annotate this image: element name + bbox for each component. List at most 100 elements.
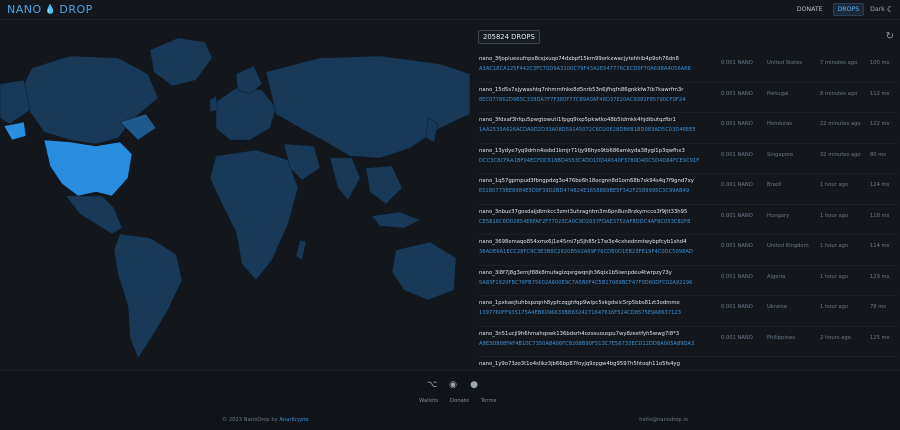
drop-latency: 122 ms (870, 121, 890, 127)
drop-address[interactable]: nano_1y9o73zo3t1o4slikz3jb66bp87foyjq9zp… (479, 361, 680, 367)
drop-row[interactable]: nano_3i8f7j8g3emjf88k8mufagizqsrgwqnjh36… (478, 266, 898, 296)
drops-panel: 205824 DROPS ↻ nano_3fjopiueeufnpx8csjxu… (478, 30, 898, 370)
drop-row[interactable]: nano_1q57gpmpud3fbngpdzg3o476be6h18ocgnn… (478, 174, 898, 205)
drop-address[interactable]: nano_1q57gpmpud3fbngpdzg3o476be6h18ocgnn… (479, 178, 694, 184)
social-icons: ⌥ ◉ ● (427, 380, 479, 390)
map-india (329, 157, 361, 201)
map-mexico (65, 195, 123, 235)
map-greenland-west-highlight (3, 121, 27, 141)
drop-amount: 0.001 NANO (721, 121, 753, 127)
drop-hash[interactable]: A3AC18CA125F442C3FC70D9A3100C79F43A2E047… (479, 66, 691, 72)
footer-link-terms[interactable]: Terms (481, 398, 497, 404)
map-africa (209, 149, 299, 281)
drop-amount: 0.001 NANO (721, 151, 753, 158)
drop-latency: 124 ms (870, 182, 890, 188)
drop-row[interactable]: nano_3fdxaf3hfqu5pwgtowuti1fpgq9ixp5pkwt… (478, 113, 898, 144)
github-icon[interactable]: ⌥ (427, 380, 437, 390)
drop-address[interactable]: nano_1pxkaejtuhbspzqnh8ypfczqghfqp9wipc5… (479, 300, 680, 306)
world-map (0, 28, 471, 368)
drop-hash[interactable]: E0280773BE8984E5D0F39D2BD474824E1658889B… (479, 188, 689, 194)
copyright-text: © 2023 NanoDrop by (222, 417, 278, 423)
drop-hash[interactable]: 38ADE6A1ECC28FC9C3E3B8C2820B502A69F76CDB… (479, 249, 693, 255)
drop-row[interactable]: nano_1y9o73zo3t1o4slikz3jb66bp87foyjq9zp… (478, 357, 898, 370)
drop-hash[interactable]: 8EC077862D9B5C338DA7F7F380F77C89A0AF48D3… (479, 97, 685, 103)
map-south-america (113, 233, 183, 359)
copyright-link[interactable]: AnarKrypto (279, 417, 308, 423)
nav-drops[interactable]: DROPS (832, 3, 865, 16)
reddit-icon[interactable]: ● (469, 380, 479, 390)
drop-time: 1 hour ago (820, 182, 849, 188)
footer: ⌥ ◉ ● Wallets · Donate · Terms © 2023 Na… (0, 370, 900, 430)
drop-hash[interactable]: A9E3D808FAF4B10C7350A8406FC8208B90F513C7… (479, 341, 694, 347)
drop-country: Brazil (767, 182, 782, 188)
drop-icon: 💧 (44, 4, 57, 15)
discord-icon[interactable]: ◉ (448, 380, 458, 390)
drop-hash[interactable]: CE5816C6D02854E6FAF2F77023CA0C9D2037FDAE… (479, 219, 690, 225)
drop-row[interactable]: nano_3fjopiueeufnpx8csjxuqo74dxbpf15km99… (478, 52, 898, 83)
map-southeast-asia (365, 165, 403, 205)
drop-address[interactable]: nano_3n51ucji9h6hmahqswk136bdsrh4ozssuou… (479, 331, 679, 337)
drop-country: Hungary (767, 212, 790, 219)
drops-list[interactable]: nano_3fjopiueeufnpx8csjxuqo74dxbpf15km99… (478, 52, 898, 370)
drop-row[interactable]: nano_1pxkaejtuhbspzqnh8ypfczqghfqp9wipc5… (478, 296, 898, 327)
drop-amount: 0.001 NANO (721, 212, 753, 219)
logo-text-left: NANO (7, 3, 42, 16)
drop-address[interactable]: nano_15d5s7xjywashtq7nhmmfnke8d5nrb53n6j… (479, 87, 683, 93)
drop-country: United Kingdom (767, 243, 809, 249)
copyright: © 2023 NanoDrop by AnarKrypto (222, 417, 309, 423)
map-greenland (149, 37, 213, 87)
drop-row[interactable]: nano_3nbuz37gosdaijdtmkcc3zmt3uhragntm3m… (478, 205, 898, 235)
map-uk (209, 95, 219, 113)
drop-latency: 80 ms (870, 151, 887, 158)
map-asia (265, 55, 471, 159)
drop-time: 7 minutes ago (820, 60, 858, 66)
drop-address[interactable]: nano_3fdxaf3hfqu5pwgtowuti1fpgq9ixp5pkwt… (479, 117, 676, 123)
footer-separator: · (474, 398, 476, 404)
drop-amount: 0.001 NANO (721, 60, 753, 66)
drop-country: Singapore (767, 151, 794, 158)
drop-latency: 112 ms (870, 90, 890, 97)
refresh-icon[interactable]: ↻ (886, 31, 894, 42)
world-map-svg (0, 37, 471, 359)
drop-row[interactable]: nano_13ydye7yq9drhn4ssbd1kmjr71tjy96hyo9… (478, 144, 898, 174)
drop-latency: 114 ms (870, 243, 890, 249)
footer-link-donate[interactable]: Donate (450, 398, 469, 404)
nav-donate[interactable]: DONATE (793, 4, 827, 15)
logo-text-right: DROP (59, 3, 93, 16)
drop-country: Honduras (767, 121, 792, 127)
drop-row[interactable]: nano_3n51ucji9h6hmahqswk136bdsrh4ozssuou… (478, 327, 898, 357)
drop-country: Philippines (767, 334, 795, 341)
drop-latency: 118 ms (870, 212, 890, 219)
drop-time: 8 minutes ago (820, 90, 858, 97)
drop-hash[interactable]: 1AA2535A626ACDA0D2D33A08D59145072C6D20E2… (479, 127, 696, 133)
map-europe (215, 87, 277, 141)
drop-time: 2 hours ago (820, 334, 851, 341)
top-bar: NANO 💧 DROP DONATE DROPS Dark ☾ (0, 0, 900, 20)
map-indonesia (371, 211, 421, 229)
logo[interactable]: NANO 💧 DROP (7, 3, 93, 16)
drop-amount: 0.001 NANO (721, 90, 753, 97)
drop-time: 22 minutes ago (820, 121, 861, 127)
drop-time: 1 hour ago (820, 243, 849, 249)
nav: DONATE DROPS Dark ☾ (793, 3, 894, 16)
drop-country: Algeria (767, 273, 786, 280)
drop-address[interactable]: nano_3i8f7j8g3emjf88k8mufagizqsrgwqnjh36… (479, 270, 672, 276)
drop-hash[interactable]: DCC3C8CFAA1BF04ECFDC618BD4553C4DD1DD4A54… (479, 158, 699, 164)
drop-amount: 0.001 NANO (721, 243, 753, 249)
dark-mode-toggle[interactable]: Dark ☾ (870, 5, 894, 14)
drop-country: United States (767, 60, 803, 66)
drop-amount: 0.001 NANO (721, 334, 753, 341)
drop-hash[interactable]: 5A83F1920FBC76FB75602A600E9C7A5B0F4C5B17… (479, 280, 692, 286)
footer-separator: · (443, 398, 445, 404)
drop-row[interactable]: nano_15d5s7xjywashtq7nhmmfnke8d5nrb53n6j… (478, 83, 898, 113)
drop-amount: 0.001 NANO (721, 182, 753, 188)
footer-link-wallets[interactable]: Wallets (419, 398, 438, 404)
drop-address[interactable]: nano_3nbuz37gosdaijdtmkcc3zmt3uhragntm3m… (479, 209, 687, 215)
drop-latency: 78 ms (870, 304, 887, 310)
drop-address[interactable]: nano_13ydye7yq9drhn4ssbd1kmjr71tjy96hyo9… (479, 148, 685, 154)
contact-email[interactable]: hello@nanodrop.io (639, 417, 688, 423)
drop-address[interactable]: nano_3698emaqo854xmx6j1e45rni7p5jh85r17w… (479, 239, 686, 245)
drop-address[interactable]: nano_3fjopiueeufnpx8csjxuqo74dxbpf15km99… (479, 56, 679, 62)
drop-hash[interactable]: 1397760FF935175A4EB6096633BB632427164761… (479, 310, 681, 316)
drop-row[interactable]: nano_3698emaqo854xmx6j1e45rni7p5jh85r17w… (478, 235, 898, 266)
